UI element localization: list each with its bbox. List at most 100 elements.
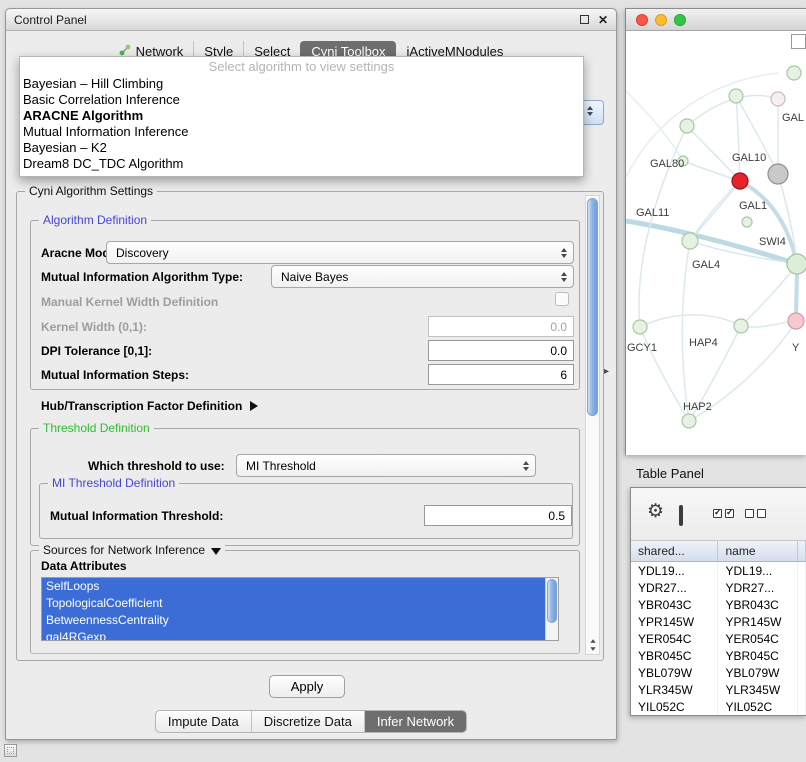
- network-node[interactable]: [788, 313, 804, 329]
- network-edge[interactable]: [626, 91, 683, 161]
- apply-button[interactable]: Apply: [269, 675, 345, 698]
- expand-right-icon: [250, 401, 258, 411]
- network-node[interactable]: [768, 164, 788, 184]
- close-icon[interactable]: ✕: [598, 14, 608, 26]
- network-canvas[interactable]: GAL80GAL10GALGAL11GAL1SWI4GAL4GCY1HAP4YH…: [626, 31, 806, 455]
- attributes-scrollbar[interactable]: [545, 578, 558, 640]
- settings-scrollbar-thumb[interactable]: [587, 198, 598, 416]
- tab-impute-data[interactable]: Impute Data: [156, 711, 251, 732]
- kernel-width-field[interactable]: 0.0: [428, 316, 574, 337]
- which-threshold-select[interactable]: MI Threshold: [236, 454, 536, 477]
- scrollbar-arrows-icon[interactable]: [586, 639, 599, 651]
- settings-scrollbar[interactable]: [585, 195, 600, 655]
- table-header: shared... name: [631, 541, 806, 562]
- column-header-name[interactable]: name: [718, 541, 798, 561]
- algorithm-option[interactable]: Dream8 DC_TDC Algorithm: [20, 156, 583, 172]
- algorithm-option[interactable]: Bayesian – K2: [20, 140, 583, 156]
- network-node-label: GAL1: [739, 200, 767, 212]
- columns-icon[interactable]: [679, 505, 683, 526]
- algorithm-option[interactable]: Basic Correlation Inference: [20, 92, 583, 108]
- hub-tf-definition-toggle[interactable]: Hub/Transcription Factor Definition: [41, 399, 258, 413]
- table-row[interactable]: YPR145WYPR145W9.: [631, 613, 806, 630]
- chevron-updown-icon: [561, 248, 567, 258]
- algorithm-dropdown-hint: Select algorithm to view settings: [20, 58, 583, 76]
- attribute-item-selected[interactable]: TopologicalCoefficient: [42, 595, 545, 612]
- attribute-item-selected[interactable]: SelfLoops: [42, 578, 545, 595]
- manual-kernel-checkbox[interactable]: [555, 292, 569, 306]
- network-node-label: HAP2: [683, 401, 712, 413]
- network-node[interactable]: [680, 119, 694, 133]
- control-panel-titlebar: Control Panel ✕: [6, 9, 616, 31]
- network-node[interactable]: [734, 319, 748, 333]
- attribute-item-selected[interactable]: BetweennessCentrality: [42, 612, 545, 629]
- deselect-all-checkboxes-icon[interactable]: [745, 509, 766, 518]
- zoom-traffic-light-icon[interactable]: [674, 14, 686, 26]
- threshold-definition-title: Threshold Definition: [39, 421, 154, 435]
- dock-widget-icon[interactable]: [4, 744, 17, 757]
- network-edge[interactable]: [736, 96, 740, 181]
- table-row[interactable]: YDR27...YDR27...12: [631, 579, 806, 596]
- table-row[interactable]: YER054CYER054C8.: [631, 630, 806, 647]
- network-node-label: GAL: [782, 112, 804, 124]
- tab-discretize-data[interactable]: Discretize Data: [251, 711, 364, 732]
- aracne-mode-select[interactable]: Discovery: [106, 241, 574, 264]
- gear-icon[interactable]: ⚙: [647, 502, 664, 521]
- network-node-label: GCY1: [627, 342, 657, 354]
- column-header-extra[interactable]: [798, 541, 806, 561]
- network-edge[interactable]: [690, 181, 740, 241]
- mi-threshold-title: MI Threshold Definition: [48, 476, 179, 490]
- data-attributes-list[interactable]: SelfLoops TopologicalCoefficient Between…: [41, 577, 559, 641]
- algorithm-option[interactable]: Bayesian – Hill Climbing: [20, 76, 583, 92]
- mi-steps-label: Mutual Information Steps:: [41, 368, 189, 382]
- algorithm-option-selected[interactable]: ARACNE Algorithm: [20, 108, 583, 124]
- mi-threshold-label: Mutual Information Threshold:: [50, 509, 223, 523]
- threshold-definition-group: Threshold Definition Which threshold to …: [30, 428, 580, 546]
- network-node[interactable]: [787, 254, 806, 274]
- column-header-shared-name[interactable]: shared...: [631, 541, 718, 561]
- control-panel-window: Control Panel ✕ Network Style Select Cyn…: [5, 8, 617, 740]
- network-node[interactable]: [633, 320, 647, 334]
- table-row[interactable]: YDL19...YDL19...13: [631, 562, 806, 579]
- network-node[interactable]: [742, 217, 752, 227]
- network-node[interactable]: [682, 233, 698, 249]
- network-node[interactable]: [787, 66, 801, 80]
- table-row[interactable]: YBL079WYBL079W: [631, 664, 806, 681]
- dpi-tolerance-label: DPI Tolerance [0,1]:: [41, 344, 152, 358]
- network-node[interactable]: [729, 89, 743, 103]
- table-row[interactable]: YIL052CYIL052C: [631, 698, 806, 715]
- attributes-scrollbar-thumb[interactable]: [547, 579, 557, 623]
- which-threshold-label: Which threshold to use:: [88, 459, 225, 473]
- dpi-tolerance-field[interactable]: 0.0: [428, 340, 574, 361]
- tab-infer-network[interactable]: Infer Network: [364, 711, 466, 732]
- mi-threshold-field[interactable]: 0.5: [424, 505, 572, 526]
- table-row[interactable]: YLR345WYLR345W9.: [631, 681, 806, 698]
- algorithm-option[interactable]: Mutual Information Inference: [20, 124, 583, 140]
- network-node-label: GAL80: [650, 158, 684, 170]
- algorithm-definition-group: Algorithm Definition Aracne Mode: Discov…: [30, 220, 580, 390]
- network-node-label: GAL11: [636, 207, 669, 219]
- network-node[interactable]: [732, 173, 748, 189]
- float-window-icon[interactable]: [580, 14, 589, 26]
- network-node-label: SWI4: [759, 236, 786, 248]
- network-edge[interactable]: [640, 315, 741, 327]
- table-row[interactable]: YBR045CYBR045C9.: [631, 647, 806, 664]
- network-node-label: HAP4: [689, 337, 718, 349]
- panel-splitter-handle[interactable]: ▸: [604, 366, 609, 377]
- close-traffic-light-icon[interactable]: [636, 14, 648, 26]
- mi-type-select[interactable]: Naive Bayes: [271, 265, 574, 288]
- data-attributes-label: Data Attributes: [41, 559, 127, 573]
- select-all-checkboxes-icon[interactable]: [713, 509, 734, 518]
- table-panel-window: ⚙ shared... name YDL19...YDL19...13 YDR2…: [630, 487, 806, 716]
- sources-group: Sources for Network Inference Data Attri…: [30, 550, 580, 654]
- sources-title[interactable]: Sources for Network Inference: [39, 543, 225, 557]
- attribute-item-selected[interactable]: gal4RGexp: [42, 629, 545, 641]
- birdseye-box[interactable]: [791, 34, 806, 49]
- mi-steps-field[interactable]: 6: [428, 364, 574, 385]
- network-edge[interactable]: [682, 241, 690, 421]
- network-node-label: Y: [792, 342, 800, 354]
- table-row[interactable]: YBR043CYBR043C: [631, 596, 806, 613]
- minimize-traffic-light-icon[interactable]: [655, 14, 667, 26]
- table-toolbar: ⚙: [631, 488, 806, 541]
- network-node[interactable]: [771, 92, 785, 106]
- network-node[interactable]: [682, 414, 696, 428]
